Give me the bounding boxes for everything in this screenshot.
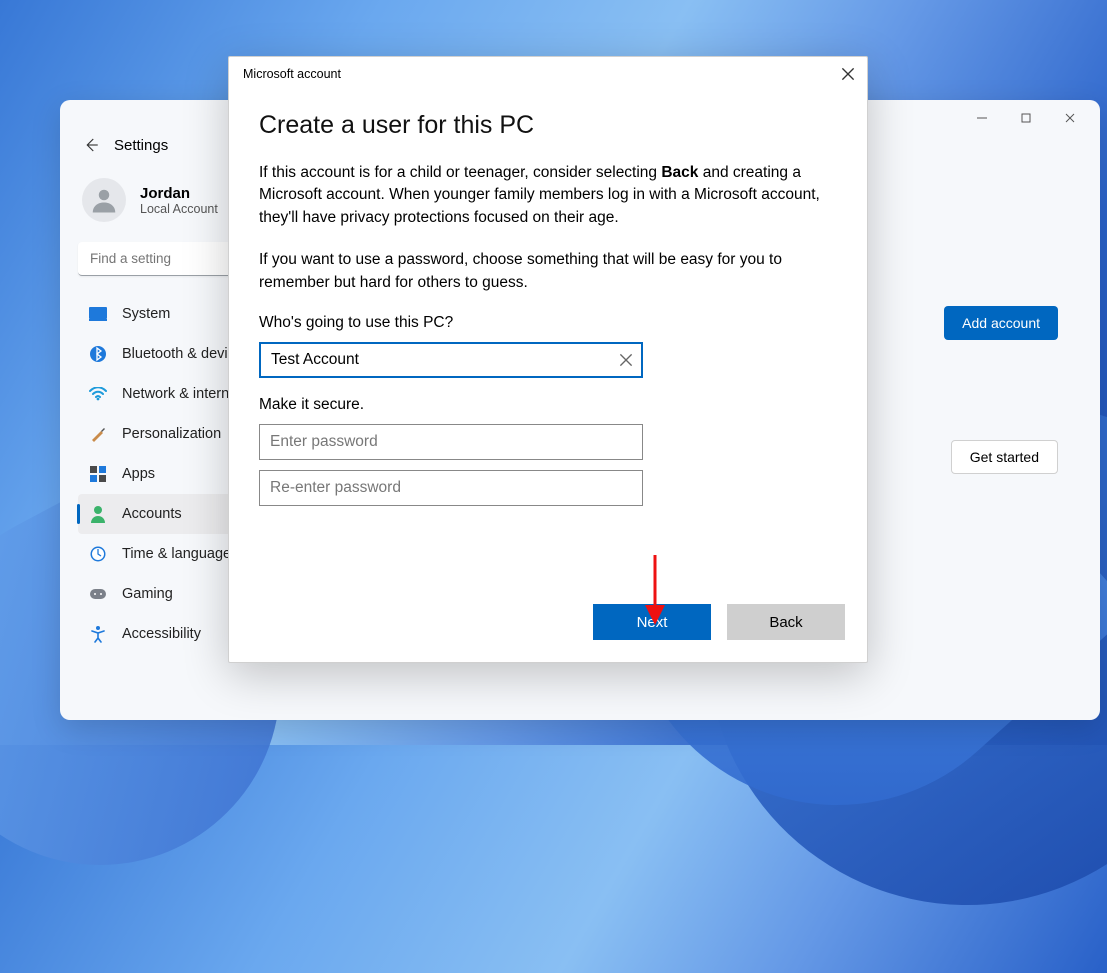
nav-label: Personalization	[122, 426, 221, 442]
avatar	[82, 178, 126, 222]
dialog-heading: Create a user for this PC	[259, 111, 837, 140]
nav-label: Accessibility	[122, 626, 201, 642]
para1-bold: Back	[661, 164, 698, 181]
annotation-arrow-icon	[640, 550, 670, 630]
maximize-icon	[1020, 112, 1032, 124]
accessibility-icon	[88, 624, 108, 644]
add-account-button[interactable]: Add account	[944, 306, 1058, 340]
system-icon	[88, 304, 108, 324]
user-name: Jordan	[140, 185, 218, 202]
user-subtext: Local Account	[140, 202, 218, 216]
gaming-icon	[88, 584, 108, 604]
password-input[interactable]	[259, 424, 643, 460]
maximize-button[interactable]	[1004, 103, 1048, 133]
create-user-dialog: Microsoft account Create a user for this…	[228, 56, 868, 663]
brush-icon	[88, 424, 108, 444]
para1-pre: If this account is for a child or teenag…	[259, 164, 661, 181]
bluetooth-icon	[88, 344, 108, 364]
password-section-label: Make it secure.	[259, 396, 837, 414]
clear-input-button[interactable]	[617, 351, 635, 369]
nav-label: Network & internet	[122, 386, 241, 402]
minimize-icon	[976, 112, 988, 124]
get-started-button[interactable]: Get started	[951, 440, 1058, 474]
nav-label: Apps	[122, 466, 155, 482]
dialog-title: Microsoft account	[243, 67, 341, 81]
dialog-paragraph-1: If this account is for a child or teenag…	[259, 162, 837, 229]
nav-label: Gaming	[122, 586, 173, 602]
nav-label: Accounts	[122, 506, 182, 522]
dialog-close-button[interactable]	[839, 65, 857, 83]
wifi-icon	[88, 384, 108, 404]
clock-icon	[88, 544, 108, 564]
password-confirm-input[interactable]	[259, 470, 643, 506]
accounts-icon	[88, 504, 108, 524]
settings-title: Settings	[114, 137, 168, 154]
apps-icon	[88, 464, 108, 484]
dialog-paragraph-2: If you want to use a password, choose so…	[259, 249, 837, 294]
back-button[interactable]: Back	[727, 604, 845, 640]
nav-label: Time & language	[122, 546, 231, 562]
username-label: Who's going to use this PC?	[259, 314, 837, 332]
nav-label: System	[122, 306, 170, 322]
username-input[interactable]	[259, 342, 643, 378]
minimize-button[interactable]	[960, 103, 1004, 133]
person-icon	[89, 185, 119, 215]
back-arrow-icon[interactable]	[82, 136, 100, 154]
close-button[interactable]	[1048, 103, 1092, 133]
close-icon	[1064, 112, 1076, 124]
dialog-titlebar: Microsoft account	[229, 57, 867, 91]
dialog-footer: Next Back	[229, 588, 867, 662]
